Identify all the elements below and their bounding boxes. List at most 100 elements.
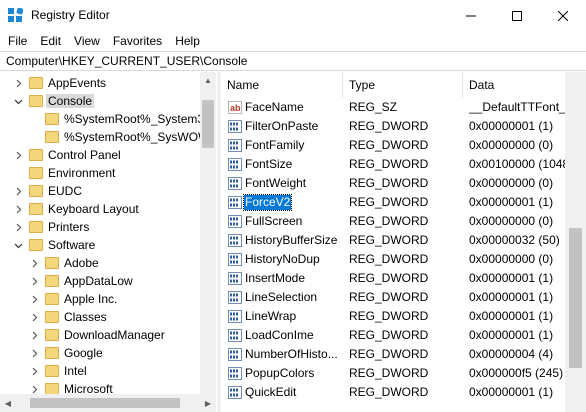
value-type: REG_DWORD: [349, 176, 429, 190]
value-data: __DefaultTTFont__: [469, 100, 570, 114]
tree-horizontal-scrollbar[interactable]: ◀ ▶: [0, 394, 216, 412]
menu-favorites[interactable]: Favorites: [108, 34, 167, 48]
chevron-right-icon[interactable]: [29, 384, 39, 394]
tree-item[interactable]: %SystemRoot%_System3: [0, 110, 204, 128]
scroll-up-icon[interactable]: ▲: [200, 72, 216, 88]
value-row[interactable]: ab FaceName REG_SZ __DefaultTTFont__: [221, 98, 570, 117]
value-row[interactable]: HistoryBufferSize REG_DWORD 0x00000032 (50…: [221, 231, 570, 250]
column-header-name[interactable]: Name: [221, 72, 343, 98]
value-row[interactable]: FontWeight REG_DWORD 0x00000000 (0): [221, 174, 570, 193]
title-bar[interactable]: Registry Editor: [0, 0, 586, 31]
column-header-type[interactable]: Type: [343, 72, 463, 98]
value-name: HistoryNoDup: [245, 252, 320, 266]
tree-item-label: Control Panel: [48, 148, 121, 162]
chevron-right-icon[interactable]: [29, 294, 39, 304]
tree-vertical-scrollbar[interactable]: ▲: [200, 72, 216, 394]
value-row[interactable]: PopupColors REG_DWORD 0x000000f5 (245): [221, 364, 570, 383]
address-bar[interactable]: Computer\HKEY_CURRENT_USER\Console: [0, 51, 586, 71]
folder-icon: [29, 184, 43, 198]
value-type: REG_DWORD: [349, 195, 429, 209]
chevron-right-icon[interactable]: [13, 204, 23, 214]
value-row[interactable]: HistoryNoDup REG_DWORD 0x00000000 (0): [221, 250, 570, 269]
menu-file[interactable]: File: [3, 34, 32, 48]
string-value-icon: ab: [228, 101, 242, 114]
value-row[interactable]: FontSize REG_DWORD 0x00100000 (10485: [221, 155, 570, 174]
value-row[interactable]: LineSelection REG_DWORD 0x00000001 (1): [221, 288, 570, 307]
tree-item-label: Environment: [48, 166, 116, 180]
chevron-right-icon[interactable]: [13, 78, 23, 88]
tree-item[interactable]: Adobe: [0, 254, 200, 272]
tree-item[interactable]: Console: [0, 92, 200, 110]
tree-item[interactable]: Intel: [0, 362, 200, 380]
values-list-pane[interactable]: Name Type Data ab FaceName REG_SZ __Default…: [221, 72, 586, 412]
value-row[interactable]: InsertMode REG_DWORD 0x00000001 (1): [221, 269, 570, 288]
folder-icon: [29, 238, 43, 252]
binary-value-icon: [228, 215, 242, 228]
value-name: InsertMode: [245, 271, 306, 285]
folder-icon: [45, 310, 59, 324]
binary-value-icon: [228, 348, 242, 361]
chevron-down-icon[interactable]: [13, 240, 23, 250]
tree-horizontal-scroll-thumb[interactable]: [30, 398, 180, 408]
tree-item-label: Printers: [48, 220, 90, 234]
value-name: ForceV2: [242, 194, 293, 211]
value-row[interactable]: QuickEdit REG_DWORD 0x00000001 (1): [221, 383, 570, 402]
value-row[interactable]: NumberOfHisto... REG_DWORD 0x00000004 (4): [221, 345, 570, 364]
value-type: REG_SZ: [349, 100, 398, 114]
tree-vertical-scroll-thumb[interactable]: [202, 100, 214, 148]
tree-item[interactable]: Apple Inc.: [0, 290, 200, 308]
value-type: REG_DWORD: [349, 138, 429, 152]
tree-item[interactable]: DownloadManager: [0, 326, 200, 344]
tree-item[interactable]: AppEvents: [0, 74, 200, 92]
value-data: 0x000000f5 (245): [469, 366, 564, 380]
scroll-left-icon[interactable]: ◀: [0, 395, 16, 411]
tree-item[interactable]: EUDC: [0, 182, 200, 200]
tree-item[interactable]: Environment: [0, 164, 200, 182]
tree-item[interactable]: Control Panel: [0, 146, 200, 164]
value-name: QuickEdit: [245, 385, 297, 399]
chevron-right-icon[interactable]: [29, 330, 39, 340]
value-row[interactable]: ForceV2 REG_DWORD 0x00000001 (1): [221, 193, 570, 212]
chevron-right-icon[interactable]: [13, 186, 23, 196]
scroll-right-icon[interactable]: ▶: [200, 395, 216, 411]
chevron-right-icon[interactable]: [13, 150, 23, 160]
tree-item[interactable]: AppDataLow: [0, 272, 200, 290]
chevron-right-icon[interactable]: [29, 366, 39, 376]
chevron-right-icon[interactable]: [13, 222, 23, 232]
chevron-right-icon[interactable]: [29, 276, 39, 286]
chevron-right-icon[interactable]: [29, 258, 39, 268]
list-vertical-scrollbar[interactable]: [565, 72, 586, 412]
tree-item[interactable]: Classes: [0, 308, 200, 326]
value-row[interactable]: FullScreen REG_DWORD 0x00000000 (0): [221, 212, 570, 231]
value-row[interactable]: LineWrap REG_DWORD 0x00000001 (1): [221, 307, 570, 326]
tree-item[interactable]: Keyboard Layout: [0, 200, 200, 218]
menu-help[interactable]: Help: [170, 34, 205, 48]
list-vertical-scroll-thumb[interactable]: [569, 228, 582, 368]
maximize-icon: [512, 10, 522, 21]
value-data: 0x00000000 (0): [469, 214, 554, 228]
menu-view[interactable]: View: [69, 34, 105, 48]
tree-item-label: Classes: [64, 310, 107, 324]
tree-item-label: AppEvents: [48, 76, 107, 90]
value-row[interactable]: LoadConIme REG_DWORD 0x00000001 (1): [221, 326, 570, 345]
key-tree-pane[interactable]: AppEvents Console %SystemRoot%_System3 %Sys…: [0, 72, 216, 412]
column-header-data[interactable]: Data: [463, 72, 570, 98]
minimize-button[interactable]: [448, 0, 494, 31]
chevron-right-icon[interactable]: [29, 348, 39, 358]
value-row[interactable]: FontFamily REG_DWORD 0x00000000 (0): [221, 136, 570, 155]
tree-item[interactable]: Printers: [0, 218, 200, 236]
close-button[interactable]: [540, 0, 586, 31]
maximize-button[interactable]: [494, 0, 540, 31]
value-row[interactable]: FilterOnPaste REG_DWORD 0x00000001 (1): [221, 117, 570, 136]
chevron-down-icon[interactable]: [13, 96, 23, 106]
tree-item[interactable]: Software: [0, 236, 200, 254]
tree-item[interactable]: %SystemRoot%_SysWOW: [0, 128, 209, 146]
chevron-right-icon[interactable]: [29, 312, 39, 322]
window-title: Registry Editor: [31, 8, 110, 22]
menu-edit[interactable]: Edit: [35, 34, 66, 48]
folder-icon: [45, 274, 59, 288]
value-type: REG_DWORD: [349, 214, 429, 228]
tree-item-label: Google: [64, 346, 103, 360]
tree-item[interactable]: Google: [0, 344, 200, 362]
folder-icon: [45, 256, 59, 270]
